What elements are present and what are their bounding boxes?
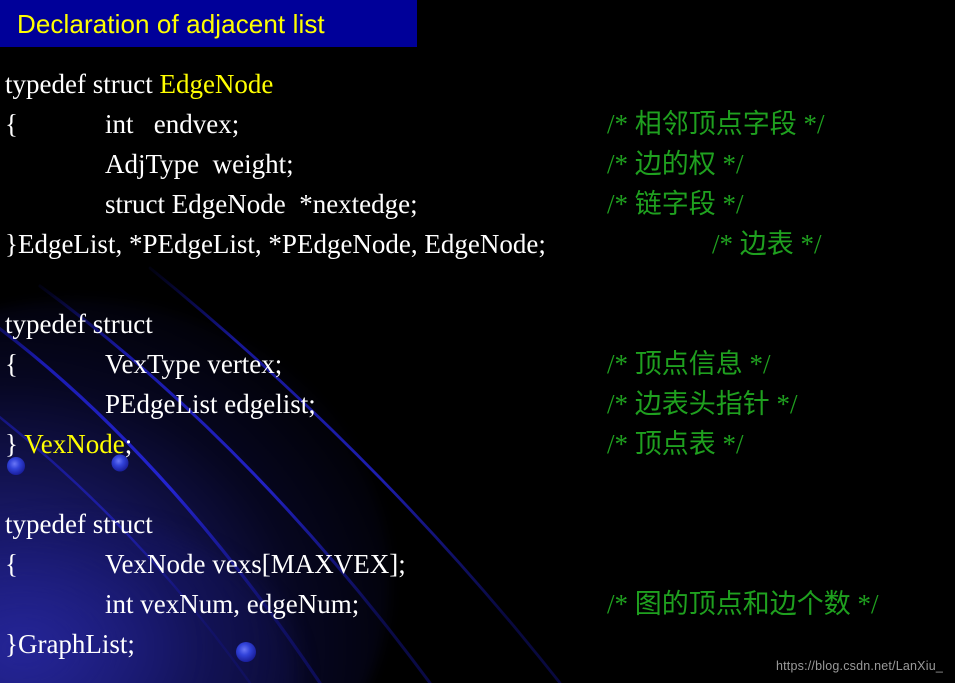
code-text: { — [5, 549, 18, 579]
code-line: }EdgeList, *PEdgeList, *PEdgeNode, EdgeN… — [0, 224, 955, 264]
watermark: https://blog.csdn.net/LanXiu_ — [775, 659, 943, 673]
code-comment: /* 边的权 */ — [607, 149, 744, 179]
code-text: }EdgeList, *PEdgeList, *PEdgeNode, EdgeN… — [5, 229, 546, 259]
code-comment: /* 顶点表 */ — [607, 429, 744, 459]
code-member-declaration: PEdgeList edgelist; — [105, 389, 316, 419]
code-member-declaration: struct EdgeNode *nextedge; — [105, 189, 418, 219]
code-comment: /* 链字段 */ — [607, 189, 744, 219]
code-text: { — [5, 109, 18, 139]
code-line: typedef struct — [0, 504, 955, 544]
code-identifier-highlight: VexNode — [24, 429, 125, 459]
code-text: } — [5, 429, 25, 459]
code-member-declaration: VexType vertex; — [105, 349, 283, 379]
code-col-keyword: } VexNode; — [5, 424, 132, 464]
code-line: typedef struct — [0, 304, 955, 344]
code-line: struct EdgeNode *nextedge; /* 链字段 */ — [0, 184, 955, 224]
code-comment: /* 图的顶点和边个数 */ — [607, 589, 879, 619]
code-member-declaration: AdjType weight; — [105, 149, 294, 179]
code-text: { — [5, 349, 18, 379]
code-col-keyword: typedef struct — [5, 304, 153, 344]
code-member-declaration: VexNode vexs[MAXVEX]; — [105, 549, 406, 579]
code-col-keyword: }GraphList; — [5, 624, 135, 664]
code-line: AdjType weight; /* 边的权 */ — [0, 144, 955, 184]
code-member-declaration: int vexNum, edgeNum; — [105, 589, 360, 619]
code-line: typedef struct EdgeNode — [0, 64, 955, 104]
code-member-declaration: int endvex; — [105, 109, 240, 139]
page-title: Declaration of adjacent list — [17, 8, 325, 39]
code-comment: /* 边表头指针 */ — [607, 389, 798, 419]
code-line: int vexNum, edgeNum; /* 图的顶点和边个数 */ — [0, 584, 955, 624]
code-col-keyword: typedef struct — [5, 504, 153, 544]
code-col-keyword: typedef struct EdgeNode — [5, 64, 273, 104]
slide-canvas: Declaration of adjacent list typedef str… — [0, 0, 955, 683]
code-text: typedef struct — [5, 509, 153, 539]
code-col-keyword: { — [5, 344, 18, 384]
code-identifier-highlight: EdgeNode — [159, 69, 274, 99]
code-col-keyword: { — [5, 104, 18, 144]
code-comment: /* 相邻顶点字段 */ — [607, 109, 825, 139]
code-line: } VexNode; /* 顶点表 */ — [0, 424, 955, 464]
code-line: { VexType vertex; /* 顶点信息 */ — [0, 344, 955, 384]
code-col-keyword: }EdgeList, *PEdgeList, *PEdgeNode, EdgeN… — [5, 224, 546, 264]
code-text: typedef struct — [5, 69, 160, 99]
code-line: { int endvex; /* 相邻顶点字段 */ — [0, 104, 955, 144]
code-line: PEdgeList edgelist; /* 边表头指针 */ — [0, 384, 955, 424]
code-block: typedef struct EdgeNode { int endvex; /* 相邻… — [0, 64, 955, 664]
code-text: typedef struct — [5, 309, 153, 339]
code-text: }GraphList; — [5, 629, 135, 659]
code-line: }GraphList; — [0, 624, 955, 664]
code-col-keyword: { — [5, 544, 18, 584]
code-comment: /* 顶点信息 */ — [607, 349, 771, 379]
code-text: ; — [124, 429, 133, 459]
slide-title-bar: Declaration of adjacent list — [0, 0, 417, 47]
code-line: { VexNode vexs[MAXVEX]; — [0, 544, 955, 584]
code-comment: /* 边表 */ — [712, 229, 822, 259]
